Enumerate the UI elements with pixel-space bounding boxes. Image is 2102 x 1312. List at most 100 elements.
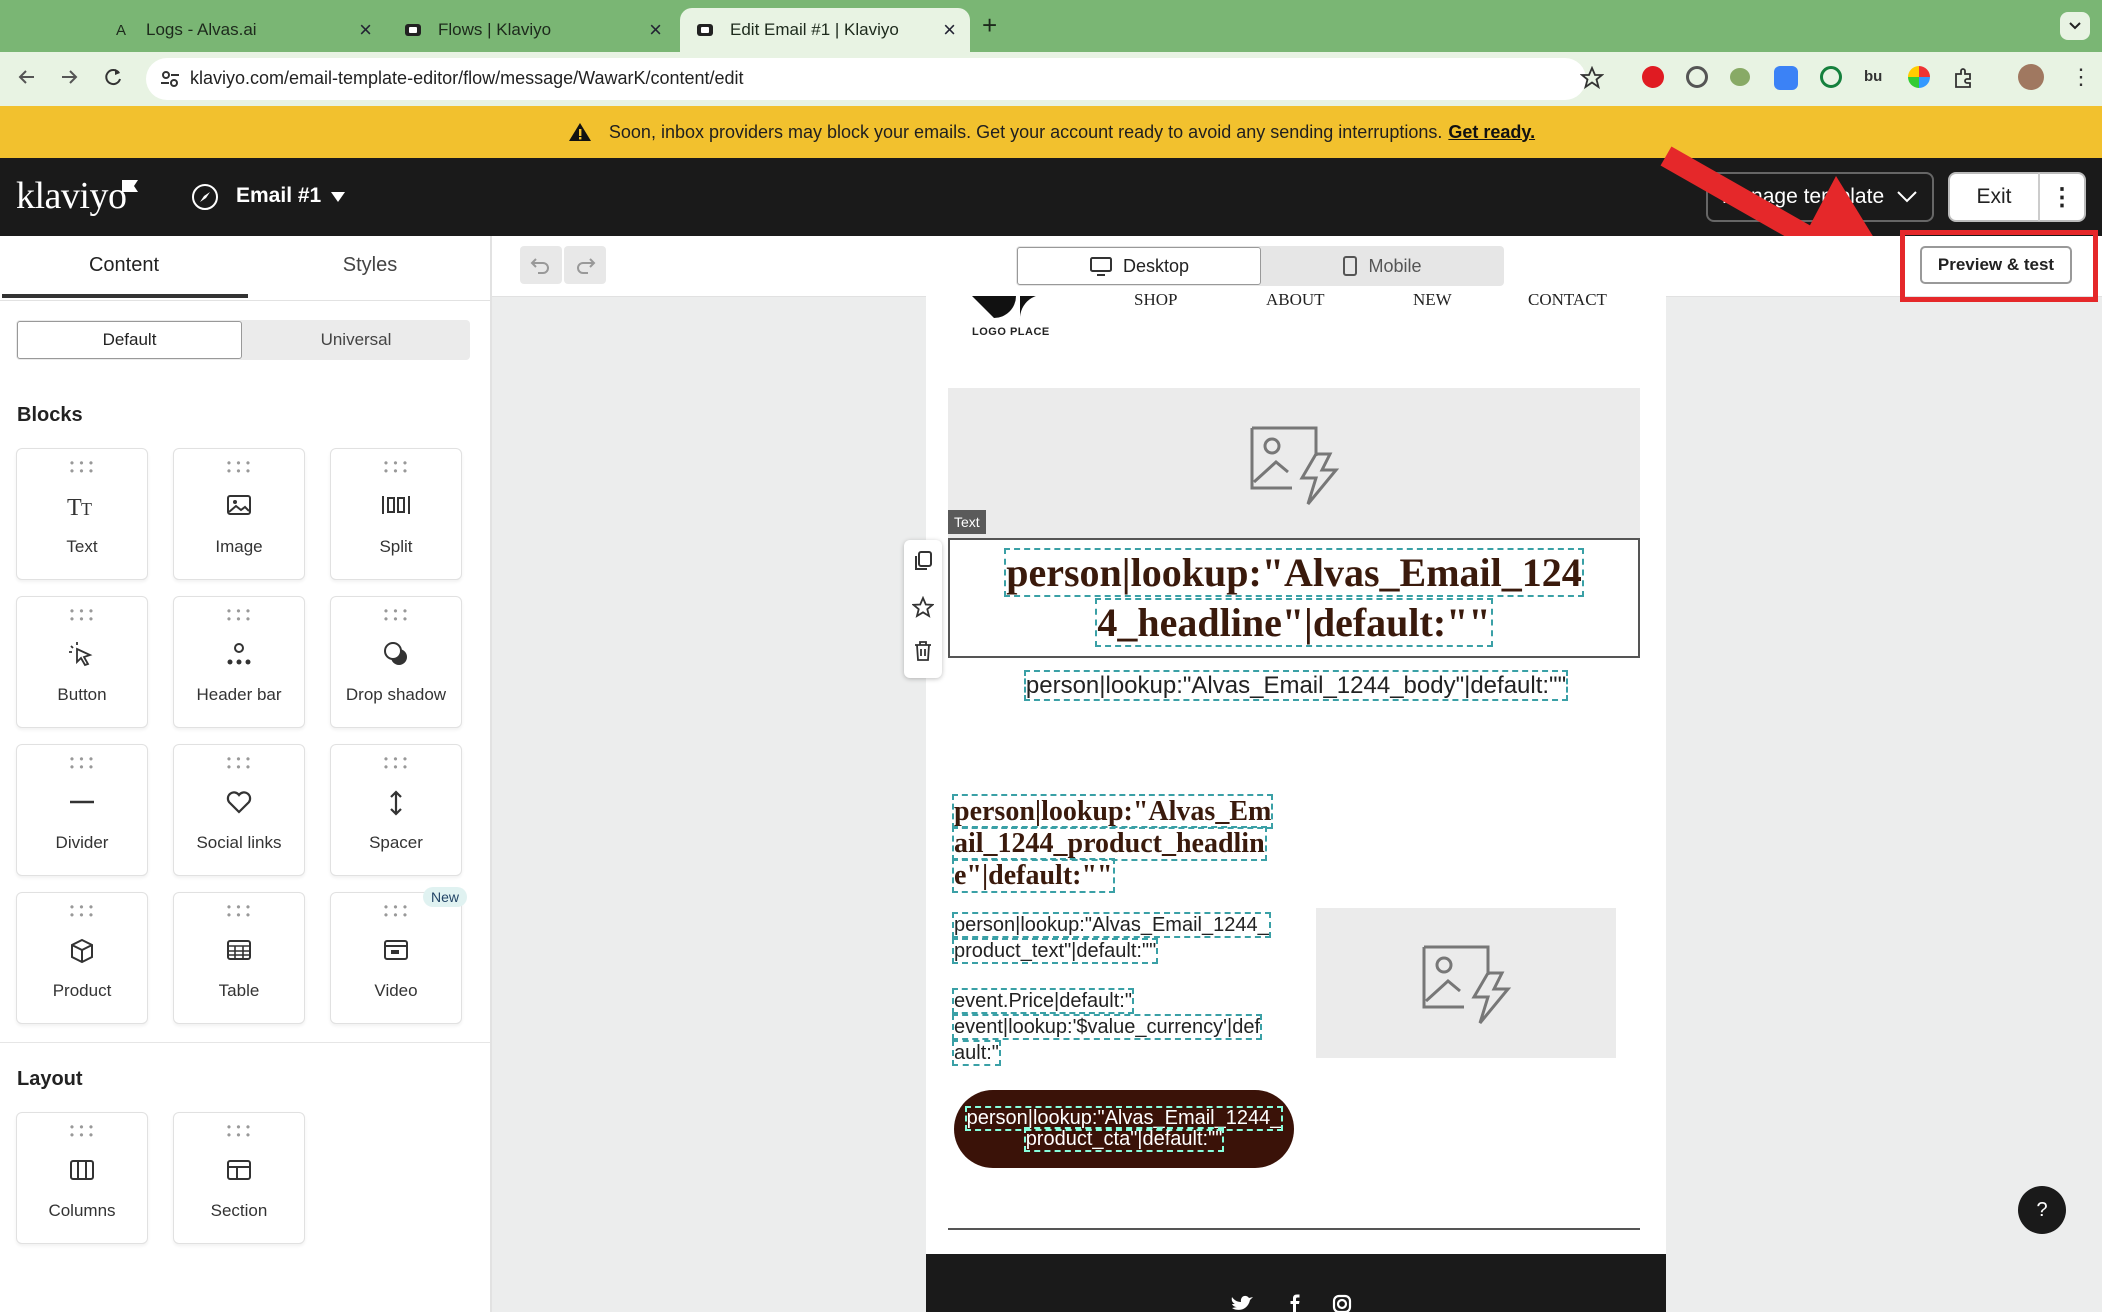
bookmark-star-icon[interactable]	[1580, 66, 1604, 90]
nav-new[interactable]: NEW	[1413, 290, 1452, 310]
block-label: Button	[57, 685, 107, 704]
block-video[interactable]: • • • • • • New Video	[330, 887, 468, 1024]
block-product[interactable]: • • • • • • Product	[16, 892, 148, 1024]
block-button[interactable]: • • • • • • Button	[16, 596, 148, 728]
extension-icon[interactable]	[1686, 66, 1708, 88]
product-text[interactable]: person|lookup:"Alvas_Email_1244_ product…	[951, 912, 1294, 964]
product-price[interactable]: event.Price|default:" event|lookup:'$val…	[952, 988, 1294, 1066]
tab-content[interactable]: Content	[0, 254, 248, 277]
block-label: Image	[215, 537, 263, 556]
toggle-default[interactable]: Default	[17, 321, 242, 359]
email-name[interactable]: Email #1	[236, 184, 321, 208]
drag-handle-icon: • • • • • •	[69, 752, 95, 774]
browser-tab-logs[interactable]: A Logs - Alvas.ai ×	[96, 8, 386, 52]
drag-handle-icon: • • • • • •	[383, 456, 409, 478]
twitter-icon[interactable]	[1230, 1294, 1254, 1312]
tab-search-icon[interactable]	[2060, 12, 2090, 40]
browser-tab-edit-email[interactable]: Edit Email #1 | Klaviyo ×	[680, 8, 970, 52]
block-spacer[interactable]: • • • • • • Spacer	[330, 744, 462, 876]
browser-tab-bar: A Logs - Alvas.ai × Flows | Klaviyo × Ed…	[0, 0, 2102, 52]
mobile-toggle[interactable]: Mobile	[1262, 247, 1502, 285]
drag-handle-icon: • • • • • •	[383, 604, 409, 626]
get-ready-link[interactable]: Get ready.	[1448, 122, 1535, 143]
block-header-bar[interactable]: • • • • • • Header bar	[173, 596, 305, 728]
nav-contact[interactable]: CONTACT	[1528, 290, 1607, 310]
reload-icon[interactable]	[102, 66, 124, 88]
forward-icon[interactable]	[58, 66, 80, 88]
address-bar[interactable]: klaviyo.com/email-template-editor/flow/m…	[146, 58, 1604, 100]
product-cta-button[interactable]: person|lookup:"Alvas_Email_1244_ product…	[954, 1090, 1294, 1168]
extension-icon[interactable]	[1774, 66, 1798, 90]
profile-avatar[interactable]	[2018, 64, 2044, 90]
nav-about[interactable]: ABOUT	[1266, 290, 1325, 310]
instagram-icon[interactable]	[1332, 1294, 1352, 1312]
price-line: ault:"	[952, 1040, 1001, 1066]
grammarly-icon[interactable]	[1820, 66, 1842, 88]
tab-label: Logs - Alvas.ai	[146, 20, 257, 39]
block-image[interactable]: • • • • • • Image	[173, 448, 305, 580]
block-drop-shadow[interactable]: • • • • • • Drop shadow	[330, 596, 462, 728]
editor-toolbar: Desktop Mobile	[492, 236, 2102, 297]
cta-line: person|lookup:"Alvas_Email_1244_	[964, 1106, 1284, 1131]
browser-tab-flows[interactable]: Flows | Klaviyo ×	[388, 8, 676, 52]
close-tab-icon[interactable]: ×	[943, 17, 956, 43]
alvas-favicon: A	[115, 21, 126, 39]
toggle-universal[interactable]: Universal	[244, 321, 468, 359]
drag-handle-icon: • • • • • •	[69, 604, 95, 626]
block-social-links[interactable]: • • • • • • Social links	[173, 744, 305, 876]
headline-text[interactable]: person|lookup:"Alvas_Email_124 4_headlin…	[950, 548, 1638, 648]
layout-heading: Layout	[17, 1068, 83, 1090]
block-section[interactable]: • • • • • • Section	[173, 1112, 305, 1244]
block-label: Text	[66, 537, 98, 556]
block-text[interactable]: • • • • • • TT Text	[16, 448, 148, 580]
exit-button[interactable]: Exit	[1950, 185, 2038, 209]
extension-icon[interactable]	[1908, 66, 1930, 88]
email-divider	[948, 1228, 1640, 1230]
block-divider[interactable]: • • • • • • Divider	[16, 744, 148, 876]
drag-handle-icon: • • • • • •	[69, 456, 95, 478]
nav-shop[interactable]: SHOP	[1134, 290, 1177, 310]
help-button[interactable]: ?	[2018, 1186, 2066, 1234]
tab-styles[interactable]: Styles	[248, 254, 492, 277]
klaviyo-logo[interactable]: klaviyo	[16, 174, 127, 218]
desktop-label: Desktop	[1122, 255, 1190, 276]
spacer-icon	[331, 789, 461, 817]
extensions-puzzle-icon[interactable]	[1952, 66, 1976, 90]
blocks-heading: Blocks	[17, 404, 83, 426]
close-tab-icon[interactable]: ×	[359, 17, 372, 43]
extension-icon[interactable]	[1730, 68, 1750, 86]
browser-menu-icon[interactable]: ⋮	[2070, 64, 2092, 90]
block-table[interactable]: • • • • • • Table	[173, 892, 305, 1024]
block-split[interactable]: • • • • • • Split	[330, 448, 462, 580]
banner-text: Soon, inbox providers may block your ema…	[608, 121, 1443, 142]
header-bar-icon	[174, 641, 304, 667]
desktop-toggle[interactable]: Desktop	[1017, 247, 1261, 285]
back-icon[interactable]	[16, 66, 38, 88]
product-headline[interactable]: person|lookup:"Alvas_Em ail_1244_product…	[951, 794, 1294, 893]
logo-placeholder[interactable]: LOGO PLACE	[972, 296, 1052, 340]
selected-text-block[interactable]: person|lookup:"Alvas_Email_124 4_headlin…	[948, 538, 1640, 658]
opera-extension-icon[interactable]	[1642, 66, 1664, 88]
favorite-star-icon[interactable]	[912, 596, 934, 618]
redo-icon[interactable]	[564, 246, 606, 284]
more-options-icon[interactable]: ⋮	[2040, 183, 2084, 212]
extension-icon[interactable]: bu	[1864, 68, 1882, 85]
product-headline-line: person|lookup:"Alvas_Em	[951, 794, 1274, 829]
new-tab-icon[interactable]: +	[982, 10, 997, 41]
undo-icon[interactable]	[520, 246, 562, 284]
button-icon	[17, 641, 147, 667]
logo-text: LOGO PLACE	[972, 326, 1050, 338]
close-tab-icon[interactable]: ×	[649, 17, 662, 43]
facebook-icon[interactable]	[1288, 1294, 1302, 1312]
duplicate-icon[interactable]	[913, 550, 933, 572]
delete-trash-icon[interactable]	[913, 640, 933, 662]
hero-image-placeholder[interactable]	[948, 388, 1640, 540]
caret-down-icon[interactable]	[330, 191, 346, 203]
section-icon	[174, 1157, 304, 1183]
desktop-icon	[1089, 257, 1112, 276]
preview-test-button[interactable]: Preview & test	[1920, 246, 2072, 284]
block-columns[interactable]: • • • • • • Columns	[16, 1112, 148, 1244]
body-text[interactable]: person|lookup:"Alvas_Email_1244_body"|de…	[926, 670, 1666, 701]
product-image-placeholder[interactable]	[1316, 908, 1616, 1058]
site-info-icon[interactable]	[158, 67, 182, 91]
